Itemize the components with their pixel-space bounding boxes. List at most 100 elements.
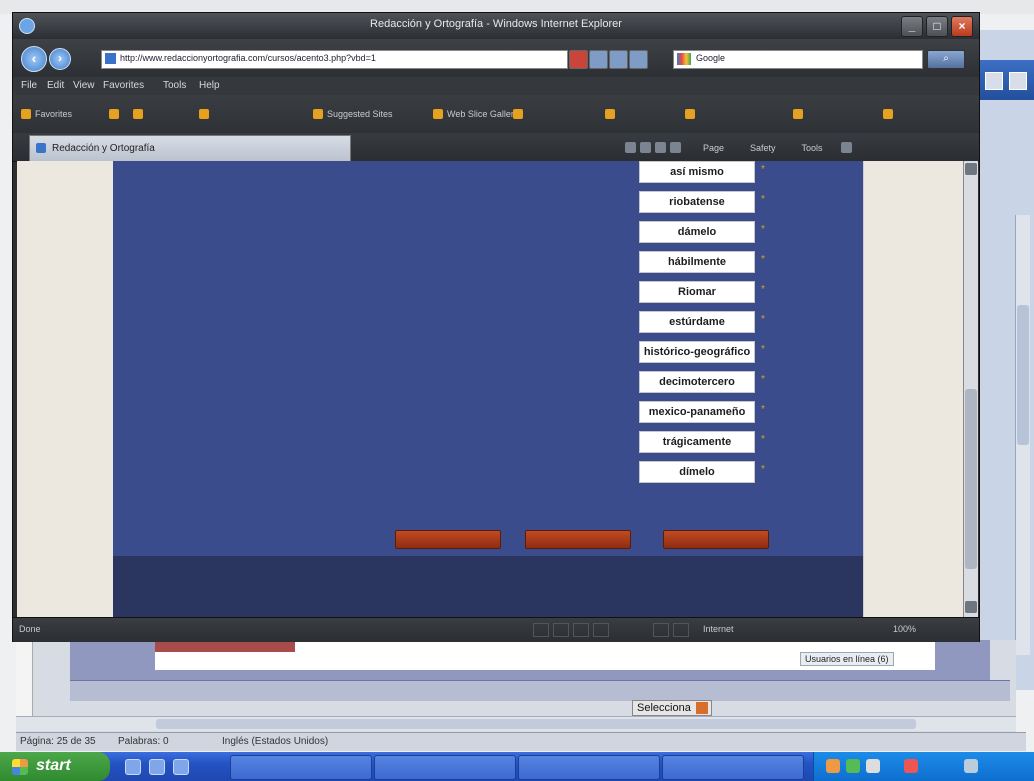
tray-icon[interactable] — [846, 759, 860, 773]
clock-icon[interactable] — [964, 759, 978, 773]
tray-icon[interactable] — [866, 759, 880, 773]
status-segment — [653, 623, 669, 637]
compatibility-icon[interactable] — [569, 50, 588, 69]
page-scrollbar[interactable] — [963, 161, 978, 617]
scrollbar-thumb[interactable] — [1017, 305, 1029, 445]
answer-field[interactable]: Riomar — [639, 281, 755, 303]
taskbar-button[interactable] — [662, 755, 804, 780]
asterisk-icon: * — [761, 194, 765, 205]
favorite-link[interactable] — [793, 107, 807, 121]
search-box[interactable]: Google — [673, 50, 923, 69]
answer-field[interactable]: trágicamente — [639, 431, 755, 453]
answer-field[interactable]: hábilmente — [639, 251, 755, 273]
answer-field[interactable]: dímelo — [639, 461, 755, 483]
favorite-link[interactable] — [605, 107, 619, 121]
help-icon[interactable] — [840, 142, 852, 153]
suggested-sites-link[interactable]: Suggested Sites — [313, 107, 393, 121]
exercise-button[interactable] — [525, 530, 631, 549]
zoom-level[interactable]: 100% — [893, 624, 916, 634]
page-left-margin — [17, 161, 114, 617]
taskbar-button[interactable] — [230, 755, 372, 780]
menu-favorites[interactable]: Favorites — [103, 80, 144, 91]
background-scrollbar[interactable] — [1015, 215, 1030, 655]
selecciona-dropdown[interactable]: Selecciona — [632, 700, 712, 716]
forward-button[interactable]: › — [49, 48, 71, 70]
menu-view[interactable]: View — [73, 80, 95, 91]
close-icon[interactable] — [1009, 72, 1027, 90]
answer-field[interactable]: riobatense — [639, 191, 755, 213]
menu-file[interactable]: File — [21, 80, 37, 91]
command-bar: Page Safety Tools — [625, 142, 852, 153]
favorite-link[interactable] — [199, 107, 213, 121]
page-icon — [433, 109, 443, 119]
media-quicklaunch-icon[interactable] — [149, 759, 165, 775]
search-icon: ⌕ — [943, 53, 949, 64]
answer-field[interactable]: dámelo — [639, 221, 755, 243]
tab-redaccion[interactable]: Redacción y Ortografía — [29, 135, 351, 162]
answer-field[interactable]: así mismo — [639, 161, 755, 183]
page-menu[interactable]: Page — [703, 143, 724, 153]
word-row: así mismo * — [113, 161, 863, 183]
background-window-controls — [985, 72, 1027, 90]
favorite-link[interactable] — [883, 107, 897, 121]
tools-menu[interactable]: Tools — [802, 143, 823, 153]
page-icon — [513, 109, 523, 119]
asterisk-icon: * — [761, 374, 765, 385]
window-controls: _ □ × — [901, 16, 973, 37]
taskbar-button[interactable] — [374, 755, 516, 780]
home-icon[interactable] — [625, 142, 636, 153]
asterisk-icon: * — [761, 404, 765, 415]
refresh-icon[interactable] — [589, 50, 608, 69]
favorite-link[interactable] — [513, 107, 527, 121]
favorite-link[interactable] — [685, 107, 699, 121]
address-bar[interactable]: http://www.redaccionyortografia.com/curs… — [101, 50, 568, 69]
answer-field[interactable]: histórico-geográfico — [639, 341, 755, 363]
mail-icon[interactable] — [655, 142, 666, 153]
safety-menu[interactable]: Safety — [750, 143, 776, 153]
search-button[interactable]: ⌕ — [927, 50, 965, 69]
word-row: estúrdame * — [113, 311, 863, 333]
taskbar-button[interactable] — [518, 755, 660, 780]
favorites-button[interactable]: Favorites — [21, 107, 72, 121]
menu-help[interactable]: Help — [199, 80, 220, 91]
menu-tools[interactable]: Tools — [163, 80, 186, 91]
ie-titlebar[interactable]: Redacción y Ortografía - Windows Interne… — [13, 13, 979, 39]
answer-field[interactable]: decimotercero — [639, 371, 755, 393]
page-icon — [605, 109, 615, 119]
menu-edit[interactable]: Edit — [47, 80, 64, 91]
tray-icon[interactable] — [904, 759, 918, 773]
favorite-link[interactable] — [133, 107, 147, 121]
maximize-button[interactable]: □ — [926, 16, 948, 37]
menu-bar: File Edit View Favorites Tools Help — [13, 77, 979, 95]
scrollbar-thumb[interactable] — [965, 389, 977, 569]
tab-row: Redacción y Ortografía Page Safety Tools — [13, 133, 979, 162]
ie-quicklaunch-icon[interactable] — [125, 759, 141, 775]
minimize-button[interactable]: _ — [901, 16, 923, 37]
print-icon[interactable] — [670, 142, 681, 153]
feeds-icon[interactable] — [640, 142, 651, 153]
web-slice-gallery-link[interactable]: Web Slice Gallery — [433, 107, 518, 121]
close-button[interactable]: × — [951, 16, 973, 37]
background-status-bar — [70, 680, 1010, 701]
tray-icon[interactable] — [826, 759, 840, 773]
answer-field[interactable]: estúrdame — [639, 311, 755, 333]
folder-quicklaunch-icon[interactable] — [173, 759, 189, 775]
minimize-icon[interactable] — [985, 72, 1003, 90]
security-zone: Internet — [703, 624, 734, 634]
scroll-down-icon[interactable] — [965, 601, 977, 613]
start-button[interactable]: start — [0, 752, 110, 781]
scrollbar-thumb[interactable] — [156, 719, 916, 729]
page-icon — [199, 109, 209, 119]
horizontal-scrollbar[interactable] — [16, 716, 1016, 731]
exercise-button[interactable] — [663, 530, 769, 549]
page-icon — [36, 143, 46, 153]
answer-field[interactable]: mexico-panameño — [639, 401, 755, 423]
page-icon — [313, 109, 323, 119]
back-button[interactable]: ‹ — [21, 46, 47, 72]
go-icon[interactable] — [609, 50, 628, 69]
taskbar: start — [0, 752, 1034, 781]
favorite-link[interactable] — [109, 107, 123, 121]
scroll-up-icon[interactable] — [965, 163, 977, 175]
stop-icon[interactable] — [629, 50, 648, 69]
exercise-button[interactable] — [395, 530, 501, 549]
